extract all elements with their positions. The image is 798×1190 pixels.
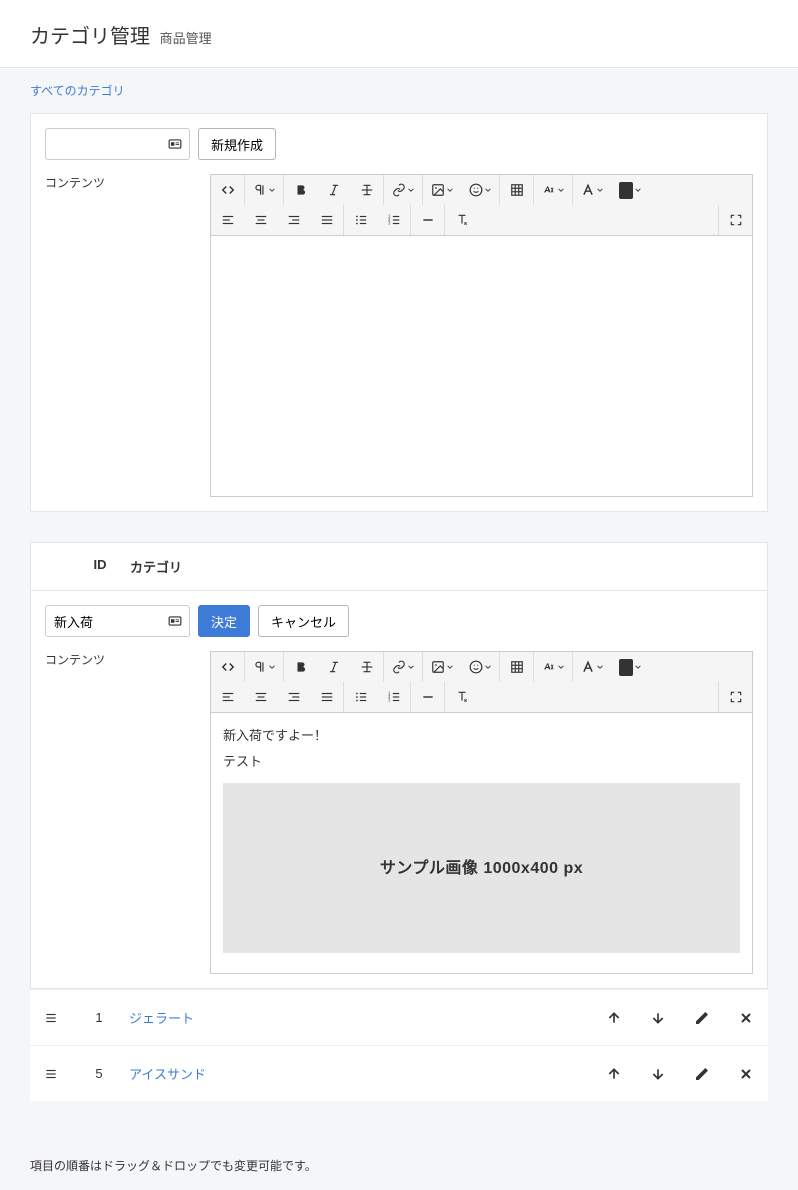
ordered-list-btn[interactable] [377, 205, 410, 235]
code-view-btn[interactable] [211, 652, 244, 682]
paragraph-btn[interactable] [245, 175, 283, 205]
page-header: カテゴリ管理 商品管理 [0, 0, 798, 68]
footer-note: 項目の順番はドラッグ＆ドロップでも変更可能です。 [0, 1141, 798, 1190]
rich-editor-2: 新入荷ですよー！ テスト サンプル画像 1000x400 px [210, 651, 753, 974]
editor-toolbar [211, 175, 752, 236]
link-btn[interactable] [384, 175, 422, 205]
drag-handle-icon[interactable] [44, 1067, 58, 1081]
code-view-btn[interactable] [211, 175, 244, 205]
page-subtitle: 商品管理 [160, 31, 212, 46]
link-btn[interactable] [384, 652, 422, 682]
align-justify-btn[interactable] [310, 205, 343, 235]
italic-btn[interactable] [317, 652, 350, 682]
unordered-list-btn[interactable] [344, 682, 377, 712]
fontsize-btn[interactable] [534, 652, 572, 682]
image-btn[interactable] [423, 652, 461, 682]
rich-editor-1 [210, 174, 753, 497]
category-table-header: ID カテゴリ [30, 542, 768, 590]
new-category-panel: 新規作成 コンテンツ [30, 113, 768, 512]
fontsize-btn[interactable] [534, 175, 572, 205]
card-icon [166, 137, 184, 151]
category-list-row: 1 ジェラート [30, 989, 768, 1045]
move-up-icon[interactable] [606, 1010, 622, 1026]
move-up-icon[interactable] [606, 1066, 622, 1082]
unordered-list-btn[interactable] [344, 205, 377, 235]
submit-button[interactable]: 決定 [198, 605, 250, 637]
clear-format-btn[interactable] [445, 205, 478, 235]
strike-btn[interactable] [350, 652, 383, 682]
content-label: コンテンツ [45, 174, 210, 191]
align-left-btn[interactable] [211, 205, 244, 235]
align-justify-btn[interactable] [310, 682, 343, 712]
edit-category-panel: 決定 キャンセル コンテンツ [30, 590, 768, 989]
edit-icon[interactable] [694, 1066, 710, 1082]
create-button[interactable]: 新規作成 [198, 128, 276, 160]
italic-btn[interactable] [317, 175, 350, 205]
paragraph-btn[interactable] [245, 652, 283, 682]
table-btn[interactable] [500, 652, 533, 682]
align-left-btn[interactable] [211, 682, 244, 712]
table-btn[interactable] [500, 175, 533, 205]
emoji-btn[interactable] [461, 652, 499, 682]
col-id: ID [80, 557, 120, 576]
editor-body-1[interactable] [211, 236, 752, 496]
sample-image-text: サンプル画像 1000x400 px [380, 855, 583, 882]
drag-handle-icon[interactable] [44, 1011, 58, 1025]
align-center-btn[interactable] [244, 682, 277, 712]
col-category: カテゴリ [120, 557, 182, 576]
edit-icon[interactable] [694, 1010, 710, 1026]
breadcrumb-all-link[interactable]: すべてのカテゴリ [30, 84, 125, 98]
fullscreen-btn[interactable] [719, 682, 752, 712]
page-title: カテゴリ管理 [30, 26, 150, 48]
fullscreen-btn[interactable] [719, 205, 752, 235]
editor-body-2[interactable]: 新入荷ですよー！ テスト サンプル画像 1000x400 px [211, 713, 752, 973]
delete-icon[interactable] [738, 1066, 754, 1082]
row-id: 1 [79, 1010, 119, 1025]
category-list-row: 5 アイスサンド [30, 1045, 768, 1101]
align-center-btn[interactable] [244, 205, 277, 235]
category-link[interactable]: アイスサンド [129, 1067, 206, 1082]
bold-btn[interactable] [284, 175, 317, 205]
move-down-icon[interactable] [650, 1010, 666, 1026]
editor-toolbar-2 [211, 652, 752, 713]
hr-btn[interactable] [411, 205, 444, 235]
bgcolor-btn[interactable] [611, 652, 649, 682]
image-btn[interactable] [423, 175, 461, 205]
card-icon [166, 614, 184, 628]
delete-icon[interactable] [738, 1010, 754, 1026]
strike-btn[interactable] [350, 175, 383, 205]
emoji-btn[interactable] [461, 175, 499, 205]
align-right-btn[interactable] [277, 682, 310, 712]
editor-text-line: テスト [223, 751, 740, 773]
content-label-2: コンテンツ [45, 651, 210, 668]
breadcrumb: すべてのカテゴリ [0, 68, 798, 113]
sample-image-placeholder: サンプル画像 1000x400 px [223, 783, 740, 953]
category-link[interactable]: ジェラート [129, 1011, 194, 1026]
editor-text-line: 新入荷ですよー！ [223, 725, 740, 747]
row-id: 5 [79, 1066, 119, 1081]
move-down-icon[interactable] [650, 1066, 666, 1082]
ordered-list-btn[interactable] [377, 682, 410, 712]
cancel-button[interactable]: キャンセル [258, 605, 349, 637]
hr-btn[interactable] [411, 682, 444, 712]
clear-format-btn[interactable] [445, 682, 478, 712]
bgcolor-btn[interactable] [611, 175, 649, 205]
fontcolor-btn[interactable] [573, 652, 611, 682]
fontcolor-btn[interactable] [573, 175, 611, 205]
align-right-btn[interactable] [277, 205, 310, 235]
bold-btn[interactable] [284, 652, 317, 682]
